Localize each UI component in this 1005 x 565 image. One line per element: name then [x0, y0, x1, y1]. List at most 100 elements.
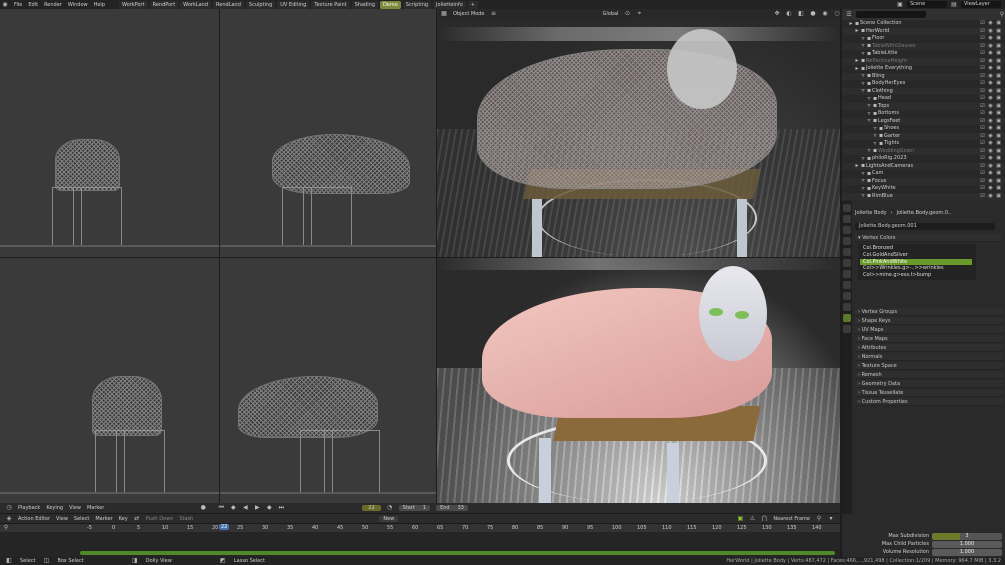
tab-rendland[interactable]: RendLand	[213, 0, 244, 9]
properties-panel[interactable]: › Normals	[855, 353, 1003, 361]
menu-marker[interactable]: Marker	[95, 516, 112, 522]
jump-start-icon[interactable]: ⏮	[218, 505, 224, 511]
properties-panel[interactable]: › Custom Properties	[855, 398, 1003, 406]
gizmo-icon[interactable]: ✥	[774, 11, 780, 17]
current-frame-field[interactable]: 22	[362, 505, 381, 511]
vertex-color-item[interactable]: Col.PinkAndWhite	[860, 258, 972, 266]
tab-sculpting[interactable]: Sculpting	[245, 0, 276, 9]
visibility-toggles-icon[interactable]: ☑ ◉ ▣	[980, 95, 1002, 103]
next-key-icon[interactable]: ◆	[266, 505, 272, 511]
editor-type-icon[interactable]: ▦	[441, 11, 447, 17]
render-tab-icon[interactable]	[843, 215, 851, 223]
visibility-toggles-icon[interactable]: ☑ ◉ ▣	[980, 65, 1002, 73]
tab-shading[interactable]: Shading	[351, 0, 378, 9]
pivot-icon[interactable]: ⊙	[624, 11, 630, 17]
new-action-button[interactable]: New	[379, 515, 399, 522]
vertex-color-item[interactable]: Col.GoldAndSilver	[860, 252, 972, 259]
filter-icon[interactable]: ⚲	[816, 515, 822, 522]
world-tab-icon[interactable]	[843, 259, 851, 267]
viewport-back[interactable]	[0, 258, 219, 503]
menu-select[interactable]: Select	[74, 516, 89, 522]
menu-key[interactable]: Key	[119, 516, 128, 522]
play-reverse-icon[interactable]: ◀	[242, 505, 248, 511]
view-layer-tab-icon[interactable]	[843, 237, 851, 245]
jump-end-icon[interactable]: ⏭	[278, 505, 284, 511]
push-down-button[interactable]: Push Down	[146, 516, 174, 522]
tab-jolietteinfo[interactable]: Jolietteinfo	[433, 0, 466, 9]
outliner-editor-icon[interactable]: ☰	[846, 11, 852, 18]
viewport-render-preview[interactable]	[437, 258, 840, 503]
end-frame-field[interactable]: End 33	[436, 505, 468, 511]
blender-logo-icon[interactable]: ◉	[2, 1, 8, 8]
properties-panel[interactable]: › Shape Keys	[855, 317, 1003, 325]
vertex-color-item[interactable]: Col>>Wrinkles.g>-..>>wrinkles	[860, 265, 972, 272]
setting-value-field[interactable]: 3	[932, 533, 1002, 540]
menu-playback[interactable]: Playback	[18, 505, 40, 511]
outliner-item[interactable]: ▿ ▪ Clothing ☑ ◉ ▣	[842, 87, 1005, 96]
visibility-toggles-icon[interactable]: ☑ ◉ ▣	[980, 43, 1002, 51]
dopesheet-editor-icon[interactable]: ◈	[6, 515, 12, 522]
filter-icon[interactable]: ⚲	[999, 11, 1005, 18]
timeline-editor-icon[interactable]: ◷	[6, 505, 12, 511]
visibility-toggles-icon[interactable]: ☑ ◉ ▣	[980, 88, 1002, 96]
vertex-color-item[interactable]: Col.Bronzed	[860, 245, 972, 252]
scene-selector[interactable]: Scene	[907, 1, 947, 8]
visibility-toggles-icon[interactable]: ☑ ◉ ▣	[980, 110, 1002, 118]
outliner-item[interactable]: ▿ ▪ Tights ☑ ◉ ▣	[842, 140, 1005, 148]
menu-marker[interactable]: Marker	[87, 505, 104, 511]
menu-keying[interactable]: Keying	[46, 505, 63, 511]
xray-icon[interactable]: ◧	[798, 11, 804, 17]
menu-icon[interactable]: ≡	[491, 11, 497, 17]
visibility-toggles-icon[interactable]: ☑ ◉ ▣	[980, 163, 1002, 171]
visibility-toggles-icon[interactable]: ☑ ◉ ▣	[980, 193, 1002, 201]
record-icon[interactable]: ●	[200, 505, 206, 511]
visibility-toggles-icon[interactable]: ☑ ◉ ▣	[980, 148, 1002, 156]
tab-demo[interactable]: Demo	[379, 0, 401, 9]
properties-panel[interactable]: › Remesh	[855, 371, 1003, 379]
play-icon[interactable]: ▶	[254, 505, 260, 511]
visibility-toggles-icon[interactable]: ☑ ◉ ▣	[980, 170, 1002, 178]
snap-icon[interactable]: ⌖	[636, 11, 642, 17]
view-layer-selector[interactable]: ViewLayer	[961, 1, 1001, 8]
outliner-item[interactable]: ▿ ▪ Garter ☑ ◉ ▣	[842, 132, 1005, 141]
panel-vertex-colors[interactable]: ▾ Vertex Colors	[855, 234, 1003, 242]
outliner-item[interactable]: ▿ ▪ Tops ☑ ◉ ▣	[842, 102, 1005, 111]
shading-rendered-icon[interactable]: ○	[834, 11, 840, 17]
visibility-toggles-icon[interactable]: ☑ ◉ ▣	[980, 28, 1002, 36]
settings-icon[interactable]: ▾	[828, 515, 834, 522]
menu-view[interactable]: View	[69, 505, 81, 511]
object-tab-icon[interactable]	[843, 270, 851, 278]
mesh-data-field[interactable]: Joliette.Body.geom.001	[855, 223, 995, 230]
mode-dropdown[interactable]: Object Mode	[453, 11, 485, 17]
visibility-toggles-icon[interactable]: ☑ ◉ ▣	[980, 133, 1002, 141]
outliner-item[interactable]: ▿ ▪ RimBlue ☑ ◉ ▣	[842, 192, 1005, 201]
tool-tab-icon[interactable]	[843, 204, 851, 212]
setting-value-field[interactable]: 1.000	[932, 549, 1002, 556]
outliner-item[interactable]: ▸ ▪ ReflectiveHeight ☑ ◉ ▣	[842, 57, 1005, 65]
tab-uv-editing[interactable]: UV Editing	[277, 0, 310, 9]
menu-edit[interactable]: Edit	[28, 2, 38, 8]
menu-file[interactable]: File	[14, 2, 22, 8]
outliner-item[interactable]: ▿ ▪ WeddingGown ☑ ◉ ▣	[842, 147, 1005, 156]
material-tab-icon[interactable]	[843, 325, 851, 333]
menu-view[interactable]: View	[56, 516, 68, 522]
snap-magnet-icon[interactable]: ⋂	[761, 515, 767, 522]
warning-icon[interactable]: ⚠	[749, 515, 755, 522]
snap-dropdown[interactable]: Nearest Frame	[773, 516, 810, 522]
menu-window[interactable]: Window	[68, 2, 88, 8]
outliner-item[interactable]: ▿ ▪ philoRig.2023 ☑ ◉ ▣	[842, 155, 1005, 163]
outliner-item[interactable]: ▿ ▪ Bling ☑ ◉ ▣	[842, 72, 1005, 81]
outliner-search-input[interactable]	[856, 11, 926, 18]
setting-value-field[interactable]: 1.000	[932, 541, 1002, 548]
properties-panel[interactable]: › Geometry Data	[855, 380, 1003, 388]
overlay-icon[interactable]: ◐	[786, 11, 792, 17]
tab-workport[interactable]: WorkPort	[119, 0, 148, 9]
visibility-toggles-icon[interactable]: ☑ ◉ ▣	[980, 103, 1002, 111]
tab-rendport[interactable]: RendPort	[149, 0, 179, 9]
visibility-toggles-icon[interactable]: ☑ ◉ ▣	[980, 50, 1002, 58]
modifier-tab-icon[interactable]	[843, 281, 851, 289]
visibility-toggles-icon[interactable]: ☑ ◉ ▣	[980, 185, 1002, 193]
add-workspace-button[interactable]: +	[467, 0, 478, 9]
visibility-toggles-icon[interactable]: ☑ ◉ ▣	[980, 80, 1002, 88]
visibility-toggles-icon[interactable]: ☑ ◉ ▣	[980, 73, 1002, 81]
